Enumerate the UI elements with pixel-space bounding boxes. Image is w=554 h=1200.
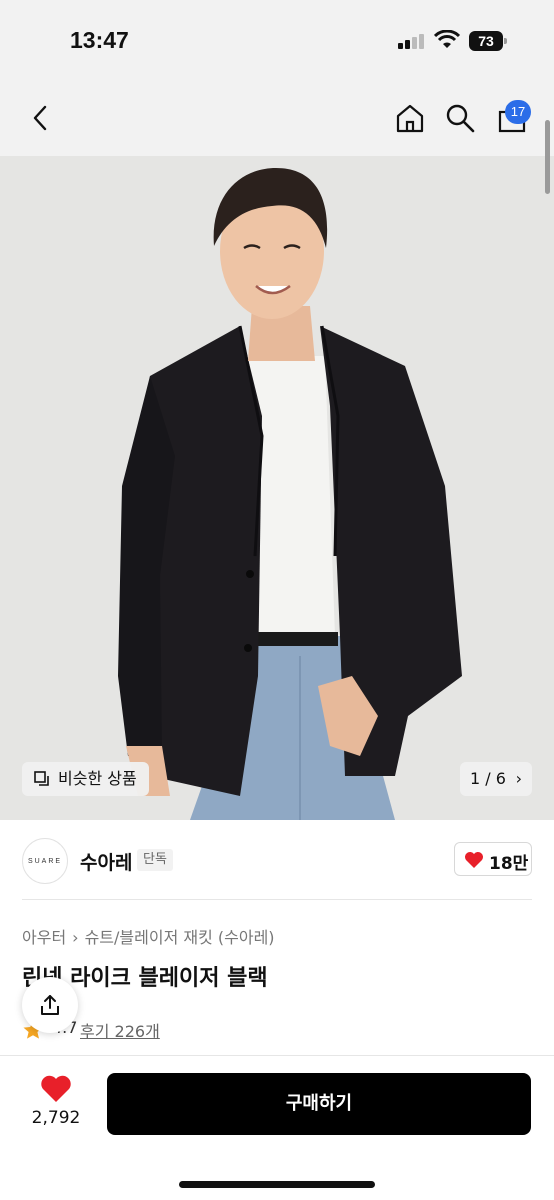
brand-logo[interactable]: SUARE [22,838,68,884]
search-button[interactable] [442,100,478,136]
chevron-left-icon [33,105,47,131]
home-icon [396,104,424,133]
breadcrumb-subcategory[interactable]: 슈트/블레이저 재킷 (수아레) [85,924,275,948]
breadcrumb-category[interactable]: 아우터 [22,924,66,948]
exclusive-badge: 단독 [137,849,173,871]
divider [22,899,532,900]
similar-products-label: 비슷한 상품 [58,769,137,788]
signal-icon [398,33,424,49]
share-icon [41,995,59,1015]
status-bar: 13:47 73 [0,0,554,84]
back-button[interactable] [22,100,58,136]
image-pager-label: 1 / 6 [470,769,506,788]
image-pager[interactable]: 1 / 6 › [460,762,532,796]
brand-name[interactable]: 수아레 [80,848,132,875]
brand-like-button[interactable]: 18만 [454,842,532,876]
similar-products-button[interactable]: 비슷한 상품 [22,762,149,796]
chevron-right-icon: › [515,769,522,788]
share-button[interactable] [22,977,78,1033]
breadcrumb: 아우터 › 슈트/블레이저 재킷 (수아레) [22,924,275,948]
wishlist-heart-icon[interactable] [40,1074,72,1104]
home-button[interactable] [392,100,428,136]
review-count-link[interactable]: 후기 226개 [80,1018,160,1042]
wifi-icon [434,30,460,48]
brand-like-count: 18만 [489,854,529,874]
chevron-right-icon: › [72,928,79,947]
battery-icon: 73 [469,31,507,51]
similar-items-icon [34,771,49,786]
search-icon [446,104,475,133]
heart-icon [465,852,483,868]
top-nav-bar [0,84,554,156]
wishlist-count: 2,792 [31,1108,81,1128]
home-indicator [179,1181,375,1188]
status-time: 13:47 [70,27,129,53]
scrollbar[interactable] [545,120,550,194]
cart-count-badge: 17 [505,100,531,124]
model-photo [0,156,554,820]
product-image[interactable] [0,156,554,820]
battery-level: 73 [469,31,503,51]
bottom-bar-divider [0,1055,554,1056]
buy-button[interactable]: 구매하기 [107,1073,531,1135]
